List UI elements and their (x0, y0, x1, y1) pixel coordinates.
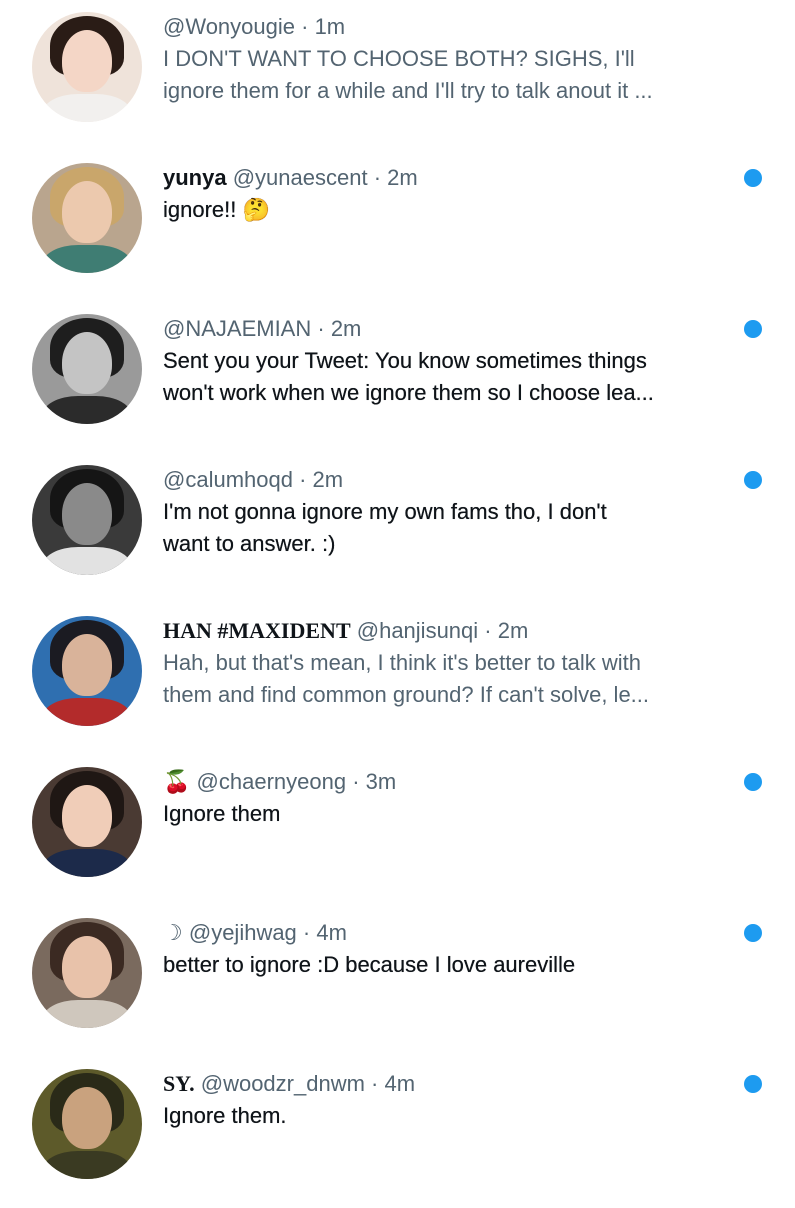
unread-indicator-icon (744, 773, 762, 791)
avatar[interactable] (32, 616, 142, 726)
timestamp: 3m (365, 769, 397, 794)
message-preview: Hah, but that's mean, I think it's bette… (163, 650, 650, 707)
unread-indicator-icon (744, 1075, 762, 1093)
message-preview: ignore!! 🤔 (163, 197, 270, 222)
message-preview: I'm not gonna ignore my own fams tho, I … (163, 499, 607, 556)
message-preview: better to ignore :D because I love aurev… (163, 952, 576, 977)
handle: @chaernyeong (196, 769, 347, 794)
sender-line: ☽ @yejihwag · 4m (163, 918, 723, 949)
conversation-row[interactable]: ☽ @yejihwag · 4m better to ignore :D bec… (0, 906, 795, 1057)
message-preview: Ignore them. (163, 1103, 287, 1128)
message-preview: Ignore them (163, 801, 281, 826)
sender-line: @NAJAEMIAN · 2m (163, 314, 723, 345)
conversation-row[interactable]: @Wonyougie · 1m I DON'T WANT TO CHOOSE B… (0, 0, 795, 151)
conversation-row[interactable]: yunya @yunaescent · 2m ignore!! 🤔 (0, 151, 795, 302)
separator: · (478, 618, 498, 643)
timestamp: 2m (387, 165, 418, 190)
avatar[interactable] (32, 918, 142, 1028)
handle: @yejihwag (188, 920, 297, 945)
display-name: yunya (163, 165, 227, 190)
unread-indicator-icon (744, 320, 762, 338)
separator: · (295, 14, 315, 39)
conversation-row[interactable]: 🍒 @chaernyeong · 3m Ignore them (0, 755, 795, 906)
separator: · (292, 467, 313, 492)
handle: @calumhoqd (163, 467, 293, 492)
avatar[interactable] (32, 12, 142, 122)
avatar[interactable] (32, 767, 142, 877)
sender-line: @calumhoqd · 2m (163, 465, 723, 496)
cherry-icon: 🍒 (163, 770, 191, 795)
handle: @hanjisunqi (356, 618, 479, 643)
conversation-row[interactable]: @NAJAEMIAN · 2m Sent you your Tweet: You… (0, 302, 795, 453)
unread-indicator-icon (744, 471, 762, 489)
timestamp: 4m (316, 920, 347, 945)
timestamp: 2m (312, 467, 344, 492)
separator: · (364, 1071, 385, 1096)
sender-line: HAN #MAXIDENT @hanjisunqi · 2m (163, 616, 723, 647)
avatar[interactable] (32, 1069, 142, 1179)
sender-line: SY. @woodzr_dnwm · 4m (163, 1069, 723, 1100)
separator: · (367, 165, 388, 190)
separator: · (346, 769, 366, 794)
conversation-row[interactable]: @calumhoqd · 2m I'm not gonna ignore my … (0, 453, 795, 604)
sender-line: @Wonyougie · 1m (163, 12, 723, 43)
timestamp: 2m (330, 316, 362, 341)
separator: · (296, 920, 317, 945)
unread-indicator-icon (744, 924, 762, 942)
unread-indicator-icon (744, 169, 762, 187)
handle: @NAJAEMIAN (163, 316, 312, 341)
avatar[interactable] (32, 465, 142, 575)
conversation-row[interactable]: HAN #MAXIDENT @hanjisunqi · 2m Hah, but … (0, 604, 795, 755)
timestamp: 4m (384, 1071, 416, 1096)
moon-icon: ☽ (163, 921, 183, 946)
message-preview: I DON'T WANT TO CHOOSE BOTH? SIGHS, I'll… (163, 46, 653, 103)
timestamp: 1m (314, 14, 346, 39)
avatar[interactable] (32, 314, 142, 424)
sender-line: yunya @yunaescent · 2m (163, 163, 723, 194)
handle: @yunaescent (232, 165, 368, 190)
conversation-row[interactable]: SY. @woodzr_dnwm · 4m Ignore them. (0, 1057, 795, 1208)
display-name: SY. (163, 1071, 195, 1096)
message-list: @Wonyougie · 1m I DON'T WANT TO CHOOSE B… (0, 0, 795, 1200)
timestamp: 2m (497, 618, 529, 643)
separator: · (311, 316, 331, 341)
message-preview: Sent you your Tweet: You know sometimes … (163, 348, 654, 405)
handle: @woodzr_dnwm (200, 1071, 365, 1096)
display-name: HAN #MAXIDENT (163, 618, 351, 643)
sender-line: 🍒 @chaernyeong · 3m (163, 767, 723, 798)
avatar[interactable] (32, 163, 142, 273)
handle: @Wonyougie (163, 14, 295, 39)
